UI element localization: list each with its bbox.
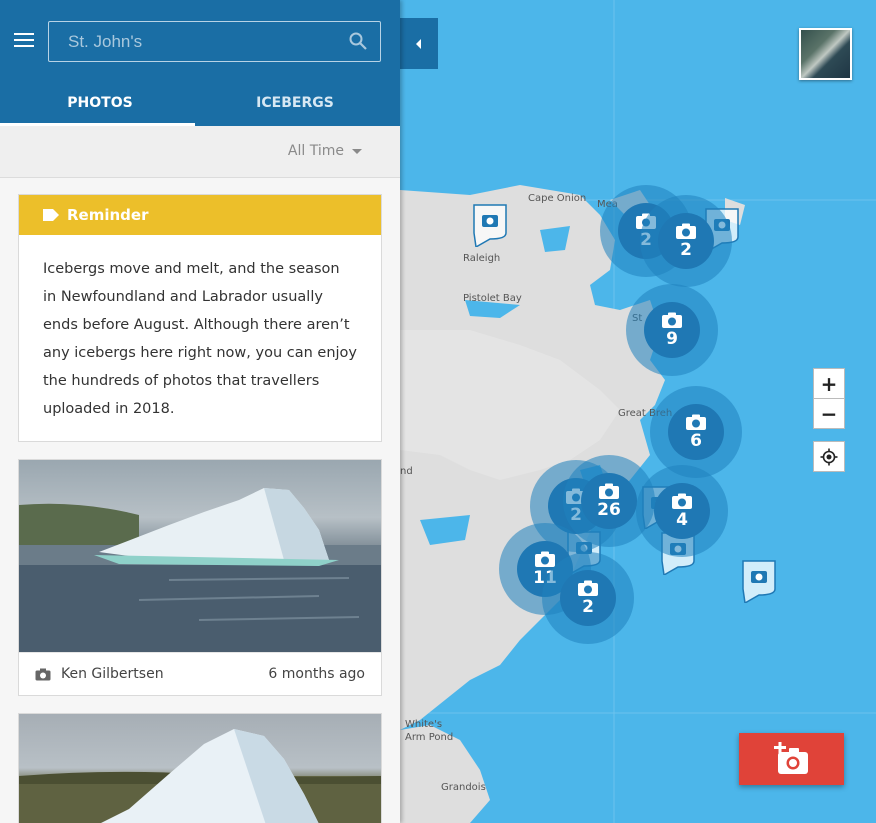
cluster-count: 6: [690, 431, 702, 451]
add-photo-button[interactable]: [739, 733, 844, 785]
map-label-whites-arm-pond: White's Arm Pond: [405, 719, 454, 743]
search-icon[interactable]: [348, 31, 368, 51]
time-filter-bar: All Time: [0, 126, 400, 178]
reminder-title: Reminder: [67, 206, 149, 224]
zoom-out-button[interactable]: −: [813, 398, 845, 429]
tab-icebergs[interactable]: ICEBERGS: [195, 80, 395, 126]
photo-card[interactable]: [18, 713, 382, 823]
cluster-count: 4: [676, 510, 688, 530]
zoom-in-button[interactable]: +: [813, 368, 845, 399]
camera-icon: [672, 493, 692, 509]
iceberg-photo[interactable]: [19, 714, 381, 823]
cluster-count: 9: [666, 329, 678, 349]
crosshair-icon: [820, 448, 838, 465]
sidebar-header: PHOTOS ICEBERGS: [0, 0, 400, 126]
reminder-text: Icebergs move and melt, and the season i…: [43, 261, 357, 417]
map-label-nd: nd: [400, 466, 413, 477]
iceberg-photo-art: [19, 488, 381, 652]
time-filter-dropdown[interactable]: All Time: [288, 143, 362, 159]
photo-time: 6 months ago: [268, 666, 365, 682]
cluster-count: 2: [680, 240, 692, 260]
map-label-grandois: Grandois: [441, 782, 486, 793]
caret-left-icon: [416, 38, 421, 49]
photo-cluster[interactable]: 6: [650, 386, 742, 478]
caret-down-icon: [352, 148, 362, 154]
camera-icon: [35, 668, 51, 680]
add-photo-icon: [773, 742, 808, 774]
cluster-count: 26: [597, 500, 621, 520]
time-filter-value: All Time: [287, 143, 344, 159]
reminder-card: Reminder Icebergs move and melt, and the…: [18, 194, 382, 442]
photo-pin-icon[interactable]: [741, 559, 777, 603]
search-input[interactable]: [68, 32, 338, 52]
photo-author[interactable]: Ken Gilbertsen: [61, 666, 268, 682]
photo-cluster[interactable]: 26: [563, 455, 655, 547]
photo-cluster[interactable]: 2: [542, 552, 634, 644]
photo-cluster[interactable]: 2: [640, 195, 732, 287]
photo-cluster[interactable]: 9: [626, 284, 718, 376]
search-box[interactable]: [48, 21, 381, 62]
camera-icon: [662, 312, 682, 328]
tag-icon: [43, 209, 59, 221]
locate-button[interactable]: [813, 441, 845, 472]
camera-icon: [535, 551, 555, 567]
hamburger-menu-icon[interactable]: [14, 33, 34, 49]
satellite-layer-toggle[interactable]: [799, 28, 852, 80]
photo-card[interactable]: Ken Gilbertsen 6 months ago: [18, 459, 382, 696]
camera-icon: [578, 580, 598, 596]
map-label-cape-onion: Cape Onion: [528, 193, 587, 204]
photo-pin-icon[interactable]: [472, 203, 508, 247]
camera-icon: [676, 223, 696, 239]
map-label-raleigh: Raleigh: [463, 253, 501, 264]
tab-photos[interactable]: PHOTOS: [0, 80, 200, 126]
cluster-count: 2: [582, 597, 594, 617]
sidebar: PHOTOS ICEBERGS All Time Reminder Iceber…: [0, 0, 400, 823]
camera-icon: [599, 483, 619, 499]
map-label-pistolet-bay: Pistolet Bay: [463, 293, 522, 304]
collapse-sidebar-button[interactable]: [400, 18, 438, 69]
reminder-header: Reminder: [19, 195, 381, 235]
photo-meta: Ken Gilbertsen 6 months ago: [19, 652, 381, 695]
camera-icon: [686, 414, 706, 430]
iceberg-photo[interactable]: [19, 460, 381, 652]
iceberg-photo-art: [19, 729, 381, 823]
